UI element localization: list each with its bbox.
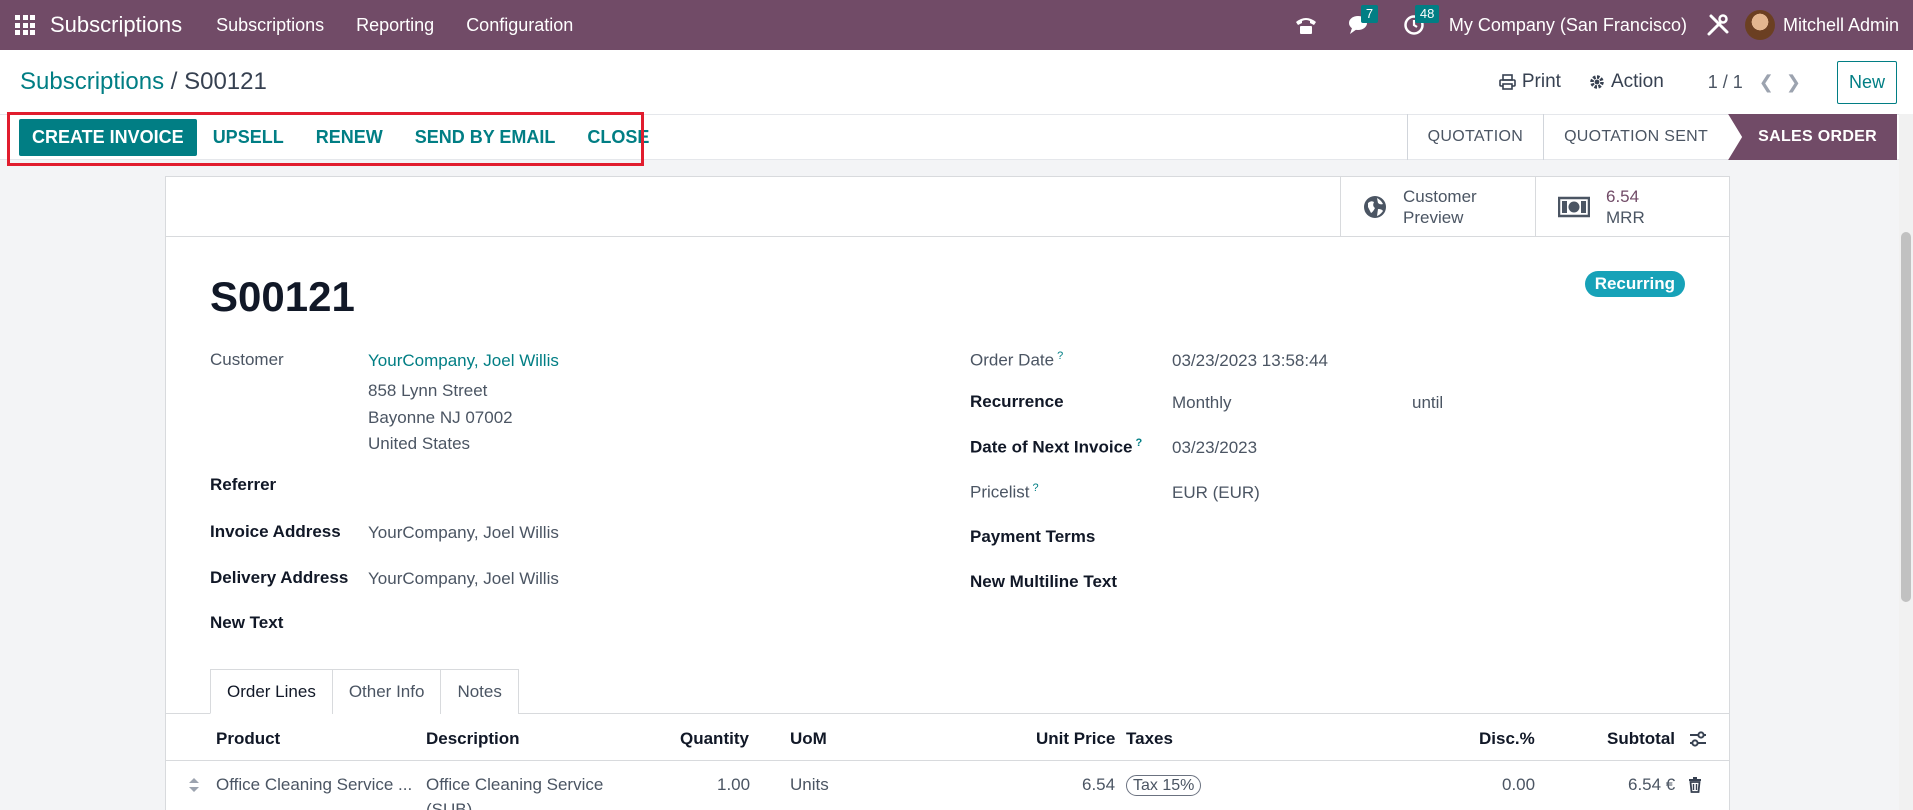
customer-preview-label-2: Preview xyxy=(1403,208,1464,227)
order-date-label: Order Date? xyxy=(970,350,1064,370)
invoice-address-field[interactable]: YourCompany, Joel Willis xyxy=(368,523,559,543)
col-uom[interactable]: UoM xyxy=(790,729,827,749)
row-drag-handle-icon[interactable] xyxy=(188,777,200,798)
app-brand[interactable]: Subscriptions xyxy=(50,12,182,38)
col-taxes[interactable]: Taxes xyxy=(1126,729,1173,749)
menu-configuration[interactable]: Configuration xyxy=(466,15,573,36)
pricelist-label: Pricelist? xyxy=(970,482,1039,502)
annotation-highlight-box xyxy=(7,112,644,166)
table-header-divider xyxy=(166,760,1729,761)
pricelist-field[interactable]: EUR (EUR) xyxy=(1172,483,1260,503)
address-line-2: Bayonne NJ 07002 xyxy=(368,408,513,427)
recurrence-field[interactable]: Monthly xyxy=(1172,393,1232,413)
page-scrollbar[interactable] xyxy=(1899,114,1913,810)
col-disc[interactable]: Disc.% xyxy=(1479,729,1535,749)
customer-preview-label-1: Customer xyxy=(1403,187,1477,206)
user-avatar[interactable] xyxy=(1744,10,1775,40)
invoice-address-label: Invoice Address xyxy=(210,522,341,541)
row-subtotal: 6.54 € xyxy=(1628,775,1676,794)
col-subtotal[interactable]: Subtotal xyxy=(1607,729,1675,749)
form-sheet: Customer Preview 6.54 MRR S00121 Recurri… xyxy=(165,176,1730,810)
next-invoice-field[interactable]: 03/23/2023 xyxy=(1172,438,1257,458)
stage-pipeline: QUOTATION QUOTATION SENT SALES ORDER xyxy=(1406,114,1897,160)
chat-icon[interactable]: 7 xyxy=(1347,5,1379,38)
referrer-label: Referrer xyxy=(210,475,277,494)
multiline-text-label: New Multiline Text xyxy=(970,572,1118,591)
customer-label: Customer xyxy=(210,350,284,369)
mrr-button[interactable]: 6.54 MRR xyxy=(1535,177,1729,237)
debug-tools-icon[interactable] xyxy=(1705,12,1731,38)
row-description[interactable]: Office Cleaning Service xyxy=(426,775,603,795)
breadcrumb-current: S00121 xyxy=(184,68,267,95)
tab-other-info[interactable]: Other Info xyxy=(331,669,442,714)
tab-notes[interactable]: Notes xyxy=(440,669,519,714)
globe-icon xyxy=(1364,196,1386,218)
stage-quotation-sent[interactable]: QUOTATION SENT xyxy=(1543,114,1728,160)
row-uom[interactable]: Units xyxy=(790,775,829,795)
stage-sales-order[interactable]: SALES ORDER xyxy=(1728,114,1897,160)
delivery-address-field[interactable]: YourCompany, Joel Willis xyxy=(368,569,559,589)
pricelist-help-icon[interactable]: ? xyxy=(1033,482,1039,494)
row-unit-price[interactable]: 6.54 xyxy=(1082,775,1115,795)
chat-count-badge: 7 xyxy=(1360,5,1379,23)
activity-clock-icon[interactable]: 48 xyxy=(1401,5,1440,38)
mrr-value: 6.54 xyxy=(1606,187,1640,206)
payment-terms-label: Payment Terms xyxy=(970,527,1096,546)
action-label: Action xyxy=(1610,71,1664,92)
mrr-label: MRR xyxy=(1606,208,1645,227)
money-bill-icon xyxy=(1558,196,1590,218)
phone-icon[interactable] xyxy=(1293,12,1319,38)
row-description-line-2: (SUB) xyxy=(426,800,473,810)
until-label: until xyxy=(1412,393,1444,412)
column-settings-sliders-icon[interactable] xyxy=(1689,731,1707,752)
customer-field[interactable]: YourCompany, Joel Willis xyxy=(368,351,559,371)
print-icon xyxy=(1499,74,1516,90)
row-quantity[interactable]: 1.00 xyxy=(717,775,750,795)
recurrence-label: Recurrence xyxy=(970,392,1064,411)
app-menu-grid-icon[interactable] xyxy=(0,0,50,50)
delete-row-trash-icon[interactable] xyxy=(1688,777,1702,798)
stage-quotation[interactable]: QUOTATION xyxy=(1406,114,1543,160)
row-tax-tag[interactable]: Tax 15% xyxy=(1126,775,1202,796)
company-switcher[interactable]: My Company (San Francisco) xyxy=(1449,15,1687,36)
gear-icon xyxy=(1590,75,1604,89)
top-navbar: Subscriptions Subscriptions Reporting Co… xyxy=(0,0,1913,50)
print-label: Print xyxy=(1521,71,1561,92)
col-unit-price[interactable]: Unit Price xyxy=(1036,729,1115,749)
next-invoice-help-icon[interactable]: ? xyxy=(1136,437,1143,449)
activity-count-badge: 48 xyxy=(1414,5,1440,23)
breadcrumb: Subscriptions / S00121 xyxy=(20,68,267,96)
next-invoice-label: Date of Next Invoice? xyxy=(970,437,1143,457)
recurring-tag: Recurring xyxy=(1584,271,1685,297)
menu-subscriptions[interactable]: Subscriptions xyxy=(216,15,324,36)
new-button[interactable]: New xyxy=(1836,60,1897,104)
customer-preview-button[interactable]: Customer Preview xyxy=(1340,177,1535,237)
order-date-field[interactable]: 03/23/2023 13:58:44 xyxy=(1172,351,1328,371)
menu-reporting[interactable]: Reporting xyxy=(356,15,434,36)
breadcrumb-separator: / xyxy=(170,68,178,95)
pager-value[interactable]: 1 / 1 xyxy=(1708,72,1743,93)
smart-button-box: Customer Preview 6.54 MRR xyxy=(166,177,1729,237)
action-button[interactable]: Action xyxy=(1589,71,1664,93)
col-quantity[interactable]: Quantity xyxy=(680,729,749,749)
user-menu[interactable]: Mitchell Admin xyxy=(1783,15,1899,36)
order-date-help-icon[interactable]: ? xyxy=(1057,350,1063,362)
pager-next-chevron-right-icon[interactable]: ❯ xyxy=(1786,72,1801,93)
address-line-3: United States xyxy=(368,434,471,453)
col-product[interactable]: Product xyxy=(216,729,280,749)
notebook-tabs: Order Lines Other Info Notes xyxy=(210,669,519,714)
delivery-address-label: Delivery Address xyxy=(210,568,349,587)
print-button[interactable]: Print xyxy=(1499,71,1561,93)
col-description[interactable]: Description xyxy=(426,729,520,749)
tab-order-lines[interactable]: Order Lines xyxy=(210,669,333,714)
control-panel: Subscriptions / S00121 Print Action 1 / … xyxy=(0,50,1913,114)
row-product[interactable]: Office Cleaning Service ... xyxy=(216,775,412,795)
record-title: S00121 xyxy=(210,273,355,320)
new-text-label: New Text xyxy=(210,613,284,632)
scrollbar-thumb[interactable] xyxy=(1901,232,1911,602)
address-line-1: 858 Lynn Street xyxy=(368,381,488,400)
breadcrumb-parent[interactable]: Subscriptions xyxy=(20,68,164,95)
row-disc[interactable]: 0.00 xyxy=(1502,775,1535,795)
pager-prev-chevron-left-icon[interactable]: ❮ xyxy=(1759,72,1774,93)
